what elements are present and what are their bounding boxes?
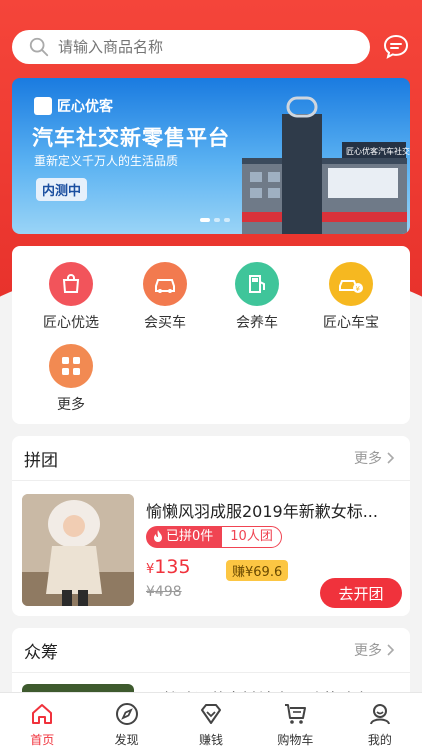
menu-label: 匠心优选 (43, 315, 99, 331)
tab-label: 发现 (114, 733, 139, 747)
product-price: ¥135 (146, 556, 191, 578)
brand-logo-icon (34, 97, 52, 115)
menu-item-more[interactable]: 更多 (26, 344, 116, 414)
divider (12, 672, 410, 673)
section-title: 众筹 (24, 642, 58, 663)
car-coin-icon: ¥ (329, 262, 373, 306)
menu-label: 更多 (57, 397, 85, 413)
user-icon (369, 704, 390, 725)
search-icon (29, 37, 49, 57)
search-bar[interactable] (12, 30, 370, 64)
banner-logo: 匠心优客 (34, 96, 113, 116)
car-icon (143, 262, 187, 306)
crowdfund-header: 众筹 更多 (12, 628, 410, 672)
menu-item-car-care[interactable]: 会养车 (212, 262, 302, 332)
group-buy-more-link[interactable]: 更多 (354, 448, 398, 468)
menu-label: 会养车 (236, 315, 278, 331)
home-icon (32, 704, 53, 724)
menu-item-selected[interactable]: 匠心优选 (26, 262, 116, 332)
search-input[interactable] (58, 38, 318, 56)
banner-brand: 匠心优客 (57, 99, 113, 115)
tab-earn[interactable]: 赚钱 (169, 693, 253, 750)
more-label: 更多 (354, 643, 382, 659)
product-image (22, 494, 134, 606)
tab-mine[interactable]: 我的 (338, 693, 422, 750)
tab-discover[interactable]: 发现 (84, 693, 168, 750)
menu-label: 会买车 (144, 315, 186, 331)
promo-banner[interactable]: 匠心优客 汽车社交新零售平台 重新定义千万人的生活品质 内测中 匠心优客汽车社交… (12, 78, 410, 234)
compass-icon (115, 703, 138, 725)
joined-count: 已拼0件 (166, 529, 214, 544)
tab-label: 我的 (367, 733, 392, 747)
divider (12, 480, 410, 481)
chevron-right-icon (387, 452, 395, 464)
crowdfund-more-link[interactable]: 更多 (354, 640, 398, 660)
banner-title: 汽车社交新零售平台 (32, 126, 230, 150)
banner-tag: 内测中 (36, 178, 88, 201)
group-status: 已拼0件 10人团 (146, 526, 282, 548)
group-buy-header: 拼团 更多 (12, 436, 410, 480)
menu-item-car-treasure[interactable]: ¥ 匠心车宝 (306, 262, 396, 332)
message-icon[interactable] (382, 33, 410, 61)
tab-label: 赚钱 (199, 733, 224, 747)
bottom-tab-bar: 首页 发现 赚钱 购物车 我的 (0, 692, 422, 750)
product-name: 愉懒风羽成服2019年新歉女标... (146, 502, 378, 521)
fuel-pump-icon (235, 262, 279, 306)
tab-label: 购物车 (277, 733, 314, 747)
group-buy-section: 拼团 更多 愉懒风羽成服2019年新歉女标... 已拼0件 10人团 ¥135 … (12, 436, 410, 616)
menu-label: 匠心车宝 (323, 315, 379, 331)
shopping-bag-icon (49, 262, 93, 306)
tab-label: 首页 (30, 733, 55, 747)
building-illustration: 匠心优客汽车社交新零售平台 (242, 96, 410, 234)
group-size-badge: 10人团 (221, 526, 282, 548)
original-price: ¥498 (146, 584, 182, 600)
diamond-icon (201, 704, 222, 724)
section-title: 拼团 (24, 450, 58, 471)
more-label: 更多 (354, 451, 382, 467)
group-buy-product[interactable]: 愉懒风羽成服2019年新歉女标... 已拼0件 10人团 ¥135 赚¥69.6… (22, 494, 402, 608)
cart-icon (285, 704, 307, 724)
menu-item-buy-car[interactable]: 会买车 (120, 262, 210, 332)
banner-subtitle: 重新定义千万人的生活品质 (34, 154, 179, 168)
banner-image-text: 匠心优客汽车社交新零售平台 (346, 146, 410, 156)
price-value: 135 (154, 556, 191, 578)
svg-text:¥: ¥ (356, 285, 361, 293)
start-group-button[interactable]: 去开团 (320, 578, 402, 608)
quick-menu: 匠心优选 会买车 会养车 ¥ 匠心车宝 更多 (12, 246, 410, 424)
chevron-right-icon (387, 644, 395, 656)
tab-cart[interactable]: 购物车 (253, 693, 337, 750)
banner-pagination (200, 218, 230, 222)
grid-icon (49, 344, 93, 388)
fire-icon (154, 530, 162, 542)
joined-badge: 已拼0件 (146, 526, 222, 548)
earn-badge: 赚¥69.6 (226, 560, 289, 581)
tab-home[interactable]: 首页 (0, 693, 84, 750)
